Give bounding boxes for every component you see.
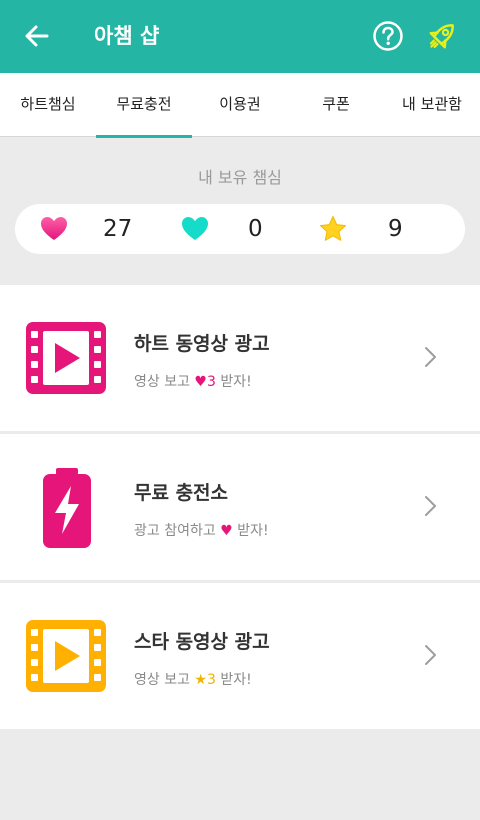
- film-play-icon: [26, 620, 106, 692]
- chevron-right-icon: [425, 645, 436, 665]
- pink-heart-icon: [41, 217, 67, 240]
- offer-subtitle: 광고 참여하고 ♥ 받자!: [134, 523, 269, 539]
- arrow-left-icon[interactable]: [22, 21, 52, 51]
- chevron-right-icon: [425, 496, 436, 516]
- offer-title: 무료 충전소: [134, 482, 229, 504]
- app-bar: 아챔 샵: [0, 0, 480, 73]
- tab-pass[interactable]: 이용권: [192, 73, 288, 137]
- star-count: 9: [388, 216, 403, 242]
- battery-charge-icon: [43, 468, 91, 548]
- balance-label: 내 보유 챔심: [198, 168, 282, 187]
- balance-section: 내 보유 챔심 27 0 9: [0, 138, 480, 283]
- page-title: 아챔 샵: [94, 24, 160, 48]
- balance-bar: 27 0 9: [15, 204, 465, 254]
- offer-heart-video[interactable]: 하트 동영상 광고 영상 보고 ♥3 받자!: [0, 285, 480, 431]
- pink-heart-count: 27: [103, 216, 133, 242]
- tab-heart-champsim[interactable]: 하트챔심: [0, 73, 96, 137]
- tab-coupon[interactable]: 쿠폰: [288, 73, 384, 137]
- offer-title: 스타 동영상 광고: [134, 631, 270, 653]
- question-circle-icon[interactable]: [372, 20, 404, 52]
- teal-heart-count: 0: [248, 216, 263, 242]
- rocket-icon[interactable]: [424, 18, 460, 54]
- tab-my-storage[interactable]: 내 보관함: [384, 73, 480, 137]
- tab-bar: 하트챔심 무료충전 이용권 쿠폰 내 보관함: [0, 73, 480, 138]
- offer-subtitle: 영상 보고 ♥3 받자!: [134, 374, 252, 390]
- chevron-right-icon: [425, 347, 436, 367]
- offer-subtitle: 영상 보고 ★3 받자!: [134, 672, 252, 688]
- tab-free-charge[interactable]: 무료충전: [96, 73, 192, 138]
- offer-free-charging[interactable]: 무료 충전소 광고 참여하고 ♥ 받자!: [0, 434, 480, 580]
- teal-heart-icon: [182, 217, 208, 240]
- offer-star-video[interactable]: 스타 동영상 광고 영상 보고 ★3 받자!: [0, 583, 480, 729]
- star-icon: [320, 216, 346, 241]
- offer-title: 하트 동영상 광고: [134, 333, 270, 355]
- film-play-icon: [26, 322, 106, 394]
